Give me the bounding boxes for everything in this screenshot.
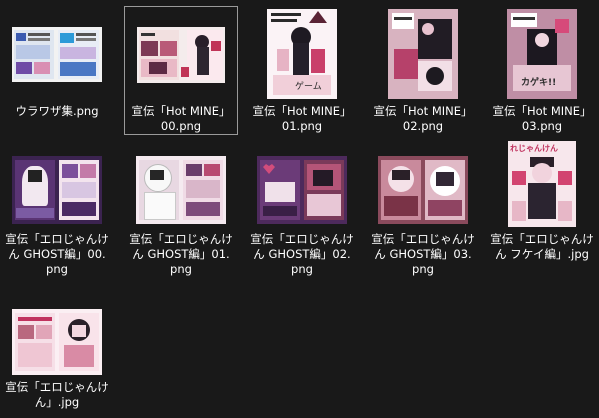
thumb-caption: ゲーム	[295, 82, 322, 92]
file-name: 宣伝「Hot MINE」01.png	[252, 104, 352, 133]
file-name: 宣伝「エロじゃんけん GHOST編」01.png	[129, 232, 233, 276]
file-tile-selected[interactable]: 宣伝「Hot MINE」00.png	[124, 6, 238, 135]
file-thumbnail	[12, 26, 102, 82]
file-thumbnail	[12, 156, 102, 224]
file-name: 宣伝「エロじゃんけん GHOST編」02.png	[250, 232, 354, 276]
file-tile[interactable]: ウラワザ集.png	[0, 6, 114, 119]
file-tile[interactable]: 宣伝「エロじゃんけん GHOST編」00.png	[0, 150, 114, 277]
file-thumbnail	[388, 9, 458, 99]
file-thumbnail: カゲキ!!	[507, 9, 577, 99]
file-name: 宣伝「エロじゃんけん」.jpg	[5, 380, 109, 409]
file-thumbnail	[12, 309, 102, 375]
file-name: 宣伝「エロじゃんけん GHOST編」00.png	[5, 232, 109, 276]
file-thumbnail	[378, 156, 468, 224]
file-name: 宣伝「Hot MINE」03.png	[492, 104, 592, 133]
file-name: 宣伝「Hot MINE」02.png	[373, 104, 473, 133]
file-tile[interactable]: 宣伝「Hot MINE」02.png	[366, 6, 480, 134]
file-tile[interactable]: カゲキ!! 宣伝「Hot MINE」03.png	[485, 6, 599, 134]
thumb-caption: れじゃんけん	[510, 144, 558, 153]
file-name: 宣伝「エロじゃんけん GHOST編」03.png	[371, 232, 475, 276]
file-name: ウラワザ集.png	[15, 104, 99, 118]
file-tile[interactable]: 宣伝「エロじゃんけん GHOST編」03.png	[366, 150, 480, 277]
file-thumbnail	[137, 26, 225, 83]
file-tile[interactable]: ゲーム 宣伝「Hot MINE」01.png	[245, 6, 359, 134]
file-tile[interactable]: 宣伝「エロじゃんけん」.jpg	[0, 306, 114, 410]
file-grid: ウラワザ集.png 宣伝「Hot MINE」00.png ゲーム 宣伝「Hot …	[0, 0, 599, 418]
file-tile[interactable]: 宣伝「エロじゃんけん GHOST編」02.png	[245, 150, 359, 277]
file-name: 宣伝「Hot MINE」00.png	[131, 104, 231, 133]
file-tile[interactable]: れじゃんけん 宣伝「エロじゃんけん フケイ編」.jpg	[485, 138, 599, 262]
file-thumbnail	[257, 156, 347, 224]
file-thumbnail	[136, 156, 226, 224]
file-thumbnail: れじゃんけん	[508, 141, 576, 227]
file-thumbnail: ゲーム	[267, 9, 337, 99]
file-tile[interactable]: 宣伝「エロじゃんけん GHOST編」01.png	[124, 150, 238, 277]
file-name: 宣伝「エロじゃんけん フケイ編」.jpg	[490, 232, 594, 261]
thumb-caption: カゲキ!!	[521, 78, 557, 88]
